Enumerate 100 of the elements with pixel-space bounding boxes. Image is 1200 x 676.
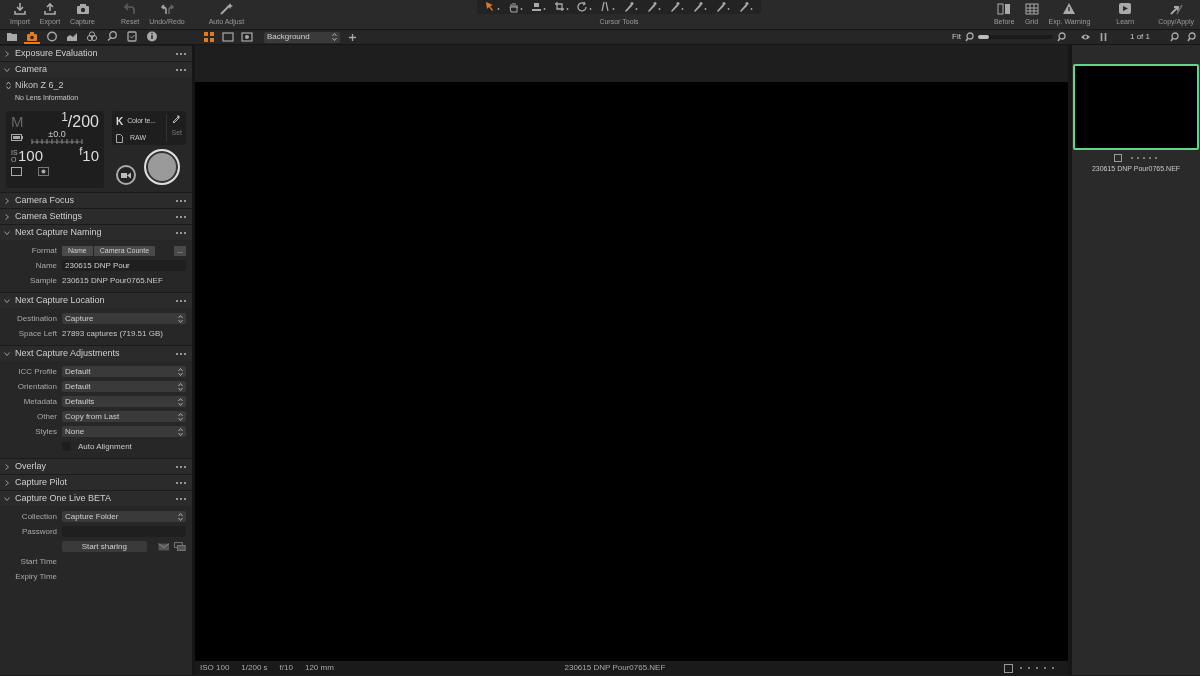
sort-icon[interactable] xyxy=(1099,32,1108,42)
share-button[interactable]: Start sharing xyxy=(62,541,147,552)
style-select[interactable]: Background xyxy=(264,31,340,43)
field-label: Styles xyxy=(34,425,57,438)
panel-header[interactable]: Camera xyxy=(0,61,192,77)
chevron-right-icon[interactable] xyxy=(4,197,10,204)
more-icon[interactable] xyxy=(174,66,188,73)
chevron-down-icon[interactable] xyxy=(4,297,10,304)
more-icon[interactable] xyxy=(174,479,188,486)
more-icon[interactable] xyxy=(174,463,188,470)
panel-header[interactable]: Next Capture Naming xyxy=(0,224,192,240)
rating-dots-icon[interactable] xyxy=(1130,156,1158,160)
input-field[interactable]: 230615 DNP Pour xyxy=(62,260,186,271)
search-icon[interactable] xyxy=(1170,32,1179,42)
stepper-icon[interactable] xyxy=(178,367,183,376)
stepper-icon[interactable] xyxy=(178,512,183,521)
field-label: Format xyxy=(30,244,57,257)
panel-header[interactable]: Capture Pilot xyxy=(0,474,192,490)
circle-icon xyxy=(46,30,58,42)
single-view-icon[interactable] xyxy=(222,31,234,43)
select-field[interactable]: Defaults xyxy=(62,396,186,407)
stamp-icon[interactable] xyxy=(531,1,546,13)
panel-header[interactable]: Next Capture Location xyxy=(0,292,192,308)
camera-model: Nikon Z 6_2 xyxy=(15,79,64,92)
pencil-icon[interactable] xyxy=(669,1,684,13)
pen-icon[interactable] xyxy=(692,1,707,13)
more-icon[interactable] xyxy=(174,50,188,57)
select-field[interactable]: None xyxy=(62,426,186,437)
grid-view-icon[interactable] xyxy=(203,31,215,43)
field-label: Password xyxy=(20,525,57,538)
zoom-in-icon[interactable] xyxy=(1057,32,1066,42)
chat-icon[interactable] xyxy=(174,542,186,551)
panel-header[interactable]: Next Capture Adjustments xyxy=(0,345,192,361)
chevron-down-icon[interactable] xyxy=(4,350,10,357)
exposure-scale-icon xyxy=(31,139,83,144)
select-field[interactable]: Default xyxy=(62,366,186,377)
video-button[interactable] xyxy=(116,165,136,185)
more-icon[interactable] xyxy=(174,229,188,236)
select-field[interactable]: Default xyxy=(62,381,186,392)
frame-icon[interactable] xyxy=(11,167,22,176)
stepper-icon[interactable] xyxy=(178,382,183,391)
field-label: Space Left xyxy=(17,327,57,340)
stepper-icon[interactable] xyxy=(178,314,183,323)
stepper-icon[interactable] xyxy=(178,412,183,421)
viewer-icon[interactable] xyxy=(241,31,253,43)
eye-icon[interactable] xyxy=(1080,33,1091,41)
more-icon[interactable] xyxy=(174,495,188,502)
status-text: 1/200 s xyxy=(241,662,268,674)
field-label: Other xyxy=(36,410,57,423)
panel-header[interactable]: Camera Settings xyxy=(0,208,192,224)
chevron-down-icon[interactable] xyxy=(4,495,10,502)
tool-tab[interactable] xyxy=(44,30,60,44)
chevron-right-icon[interactable] xyxy=(4,479,10,486)
pointer-icon[interactable] xyxy=(485,1,500,13)
select-field[interactable]: Copy from Last xyxy=(62,411,186,422)
select-field[interactable]: Capture Folder xyxy=(62,511,186,522)
focus-icon[interactable] xyxy=(38,167,49,176)
chevron-right-icon[interactable] xyxy=(4,50,10,57)
rotate-icon[interactable] xyxy=(577,1,592,13)
stepper-icon[interactable] xyxy=(332,33,337,41)
plus-icon[interactable] xyxy=(348,32,357,42)
field-label: Sample xyxy=(28,274,57,287)
tool-tab[interactable] xyxy=(84,30,100,44)
panel-header[interactable]: Overlay xyxy=(0,458,192,474)
select-field[interactable]: Capture xyxy=(62,313,186,324)
stepper-icon[interactable] xyxy=(178,427,183,436)
eyedropper-icon[interactable] xyxy=(172,114,182,123)
zoom-icon[interactable] xyxy=(1187,32,1196,42)
crop-icon[interactable] xyxy=(554,1,569,13)
mail-icon[interactable] xyxy=(157,542,170,551)
circles-icon xyxy=(86,30,98,42)
more-icon[interactable] xyxy=(174,197,188,204)
panel-header[interactable]: Exposure Evaluation xyxy=(0,45,192,61)
panel-header[interactable]: Camera Focus xyxy=(0,192,192,208)
field-label: Orientation xyxy=(16,380,57,393)
shutter-speed: $^{1}$/200 xyxy=(61,114,99,130)
chevron-down-icon[interactable] xyxy=(4,66,10,73)
more-icon[interactable] xyxy=(174,213,188,220)
more-icon[interactable] xyxy=(174,350,188,357)
keystone-icon[interactable] xyxy=(600,1,615,13)
chevron-right-icon[interactable] xyxy=(4,213,10,220)
zoom-label: Fit xyxy=(952,31,961,43)
brush-icon[interactable] xyxy=(623,1,638,13)
tool-tab[interactable] xyxy=(4,30,20,44)
capture-button[interactable] xyxy=(144,149,180,185)
field-label: Start Time xyxy=(19,555,57,568)
panel-header[interactable]: Capture One Live BETA xyxy=(0,490,192,506)
more-icon[interactable] xyxy=(174,297,188,304)
rating-dots-icon[interactable] xyxy=(1019,666,1055,670)
iso-value: 100 xyxy=(18,148,44,163)
checkbox-icon[interactable] xyxy=(1114,154,1122,162)
checkbox-icon[interactable] xyxy=(1004,663,1013,673)
thumbnail[interactable] xyxy=(1073,64,1199,150)
tool-tab[interactable] xyxy=(144,30,160,44)
stepper-icon[interactable] xyxy=(6,81,11,91)
tool-tab[interactable] xyxy=(124,30,140,44)
zoom-out-icon[interactable] xyxy=(965,32,974,42)
chevron-down-icon[interactable] xyxy=(4,229,10,236)
chevron-right-icon[interactable] xyxy=(4,463,10,470)
stepper-icon[interactable] xyxy=(178,397,183,406)
